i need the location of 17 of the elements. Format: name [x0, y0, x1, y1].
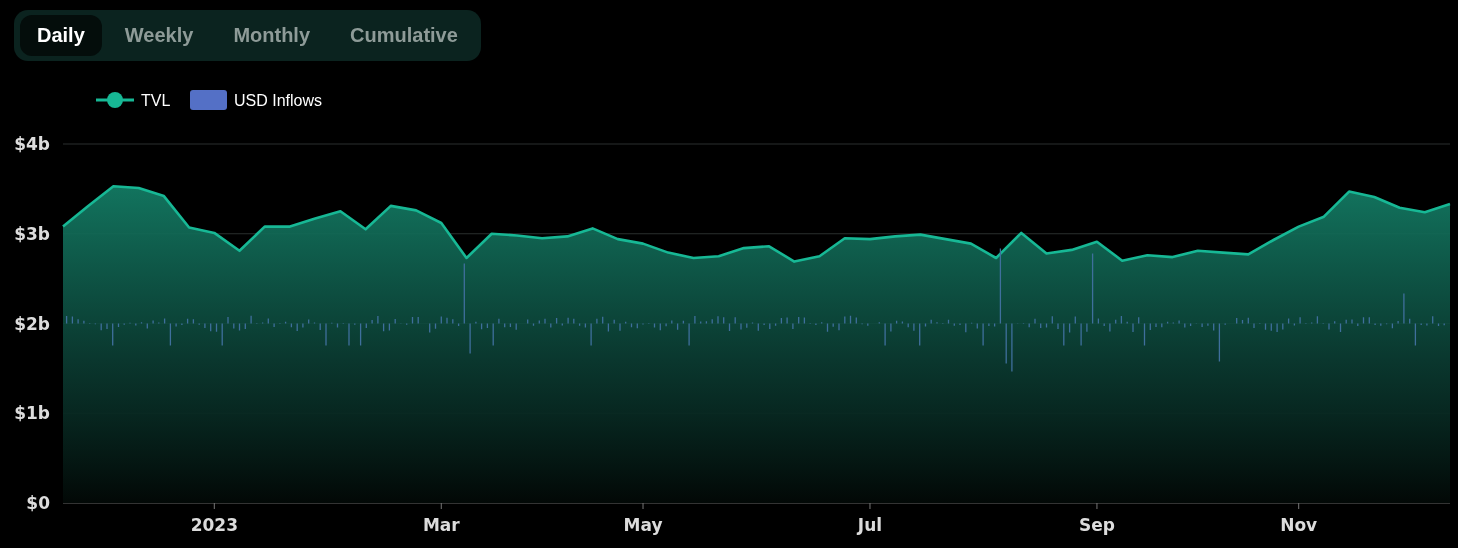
- legend-label[interactable]: TVL: [141, 92, 171, 109]
- y-axis-label: $4b: [14, 134, 50, 154]
- y-axis-label: $1b: [14, 403, 50, 424]
- x-axis-label: 2023: [190, 515, 238, 535]
- x-axis-label: Mar: [422, 515, 460, 535]
- x-axis-label: Nov: [1280, 515, 1318, 535]
- y-axis-label: $3b: [14, 223, 50, 244]
- period-tab[interactable]: Monthly: [216, 15, 328, 56]
- x-axis-label: Jul: [857, 515, 883, 535]
- x-axis-label: May: [623, 515, 663, 535]
- period-tab[interactable]: Weekly: [107, 15, 211, 56]
- y-axis-label: $2b: [14, 313, 50, 334]
- x-axis-label: Sep: [1078, 515, 1115, 535]
- period-tab[interactable]: Cumulative: [333, 15, 475, 56]
- y-axis-label: $0: [26, 493, 50, 513]
- legend-label[interactable]: USD Inflows: [234, 92, 323, 109]
- period-tab[interactable]: Daily: [20, 15, 102, 56]
